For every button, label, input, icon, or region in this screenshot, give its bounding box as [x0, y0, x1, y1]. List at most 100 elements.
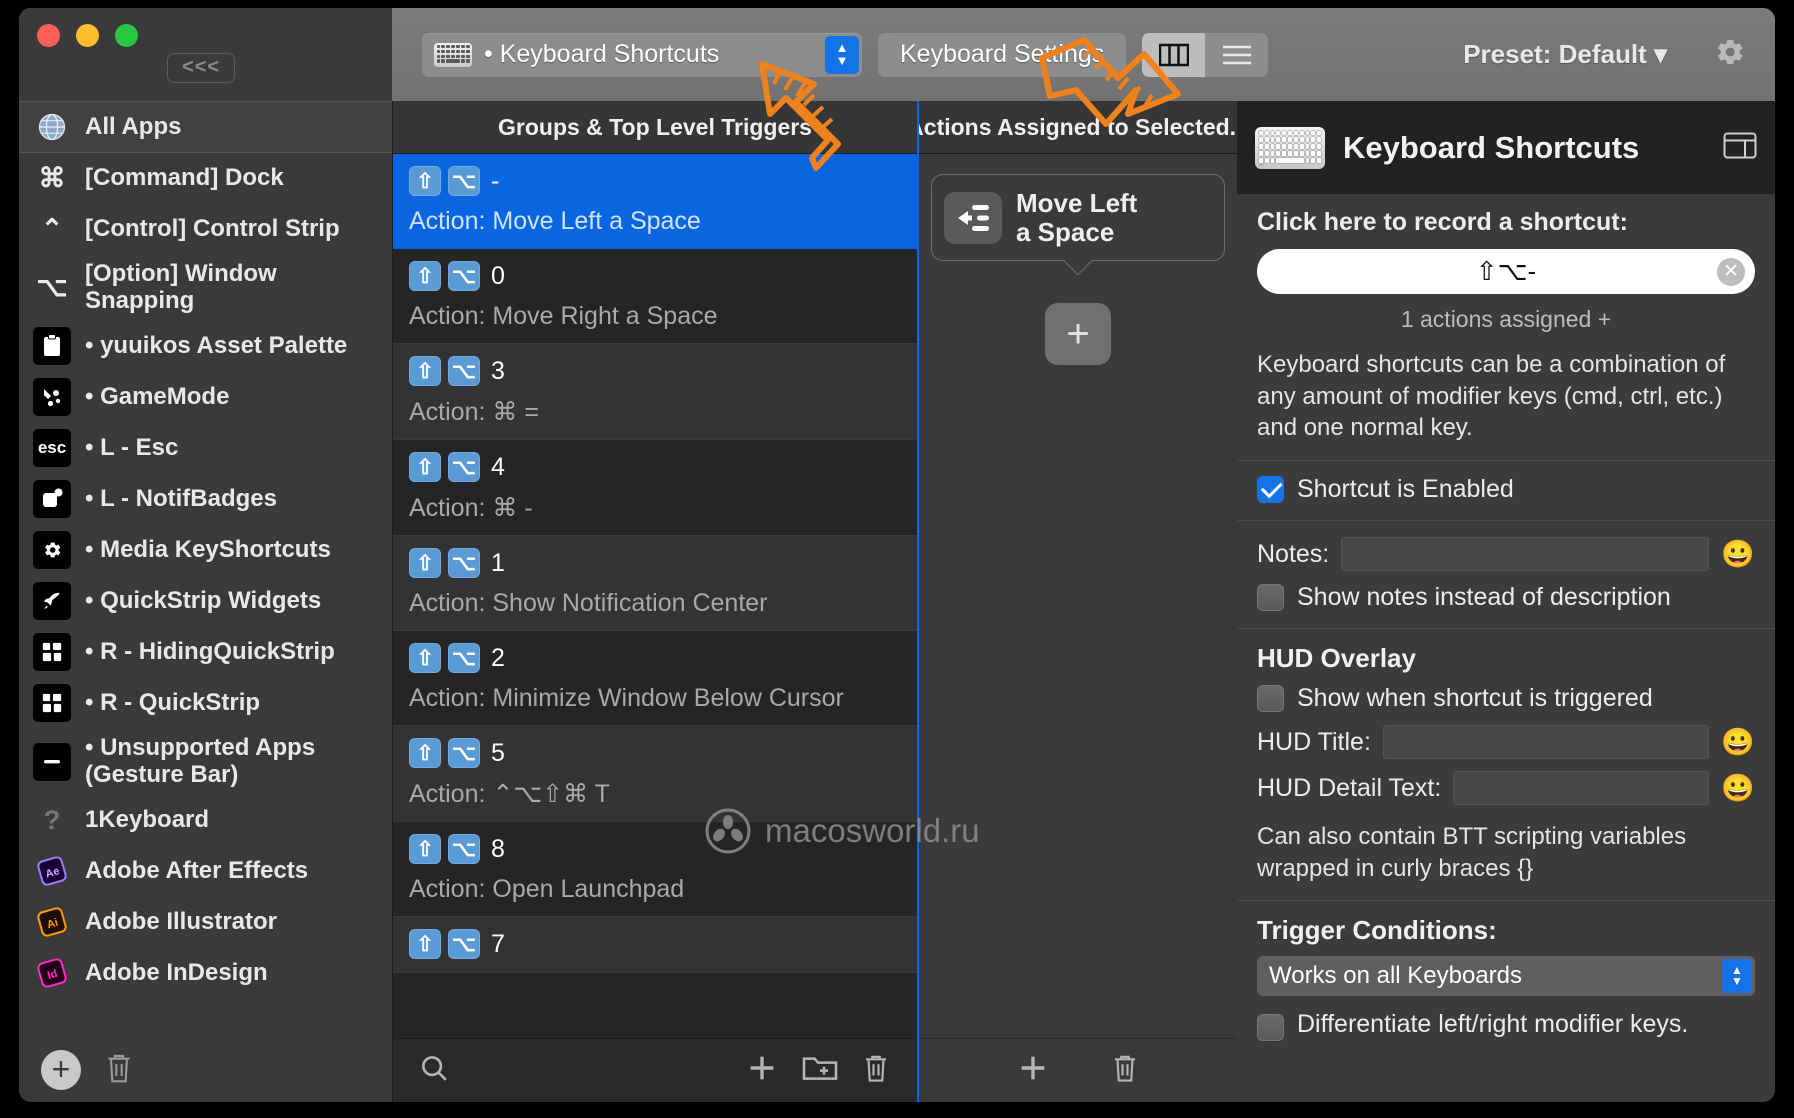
table-row[interactable]: ⇧ ⌥ - Action: Move Left a Space	[393, 154, 917, 249]
columns-view-icon[interactable]	[1142, 32, 1206, 77]
trigger-key-label: 2	[491, 643, 505, 672]
keyboard-settings-button[interactable]: Keyboard Settings	[878, 32, 1127, 77]
table-row[interactable]: ⇧ ⌥ 7	[393, 917, 917, 973]
sidebar-item-unsupported-apps[interactable]: • Unsupported Apps (Gesture Bar)	[19, 729, 392, 795]
assigned-action-card[interactable]: Move Left a Space	[931, 174, 1225, 262]
trigger-action-label: Action: Move Left a Space	[409, 207, 701, 235]
option-key-icon: ⌥	[448, 738, 480, 768]
trigger-key-label: 0	[491, 261, 505, 290]
grinning-face-icon[interactable]: 😀	[1721, 772, 1755, 804]
shift-key-icon: ⇧	[409, 356, 441, 386]
config-body: Click here to record a shortcut: ⇧⌥- ✕ 1…	[1237, 194, 1775, 1102]
triggers-toolbar	[393, 1038, 917, 1102]
gear-icon	[33, 531, 71, 570]
traffic-lights[interactable]	[19, 24, 138, 47]
gear-icon[interactable]	[1711, 34, 1747, 75]
table-row[interactable]: ⇧ ⌥ 3 Action: ⌘ =	[393, 344, 917, 440]
hud-note: Can also contain BTT scripting variables…	[1257, 823, 1687, 882]
shortcut-enabled-row[interactable]: Shortcut is Enabled	[1257, 475, 1755, 504]
trigger-keys: ⇧ ⌥ 7	[409, 928, 917, 960]
trigger-action-label: Action: Open Launchpad	[409, 875, 685, 903]
grinning-face-icon[interactable]: 😀	[1721, 726, 1755, 758]
sidebar-item-l-notifbadges[interactable]: • L - NotifBadges	[19, 474, 392, 525]
collapse-sidebar-button[interactable]: <<<	[167, 53, 236, 83]
trash-icon[interactable]	[1110, 1051, 1140, 1090]
shift-key-icon: ⇧	[409, 643, 441, 673]
actions-assigned-count: 1 actions assigned +	[1400, 306, 1612, 332]
table-row[interactable]: ⇧ ⌥ 8 Action: Open Launchpad	[393, 822, 917, 917]
table-row[interactable]: ⇧ ⌥ 4 Action: ⌘ -	[393, 440, 917, 536]
actions-toolbar	[919, 1038, 1237, 1102]
sidebar-item-yuuikos-asset-palette[interactable]: • yuuikos Asset Palette	[19, 321, 392, 372]
plus-icon[interactable]	[745, 1051, 779, 1090]
sidebar-item-adobe-indesign[interactable]: Id Adobe InDesign	[19, 948, 392, 999]
sidebar-item-l-esc[interactable]: esc • L - Esc	[19, 423, 392, 474]
sidebar-item-media-keyshortcuts[interactable]: • Media KeyShortcuts	[19, 525, 392, 576]
table-row[interactable]: ⇧ ⌥ 1 Action: Show Notification Center	[393, 536, 917, 631]
grinning-face-icon[interactable]: 😀	[1721, 538, 1755, 570]
sidebar-item-label: [Option] Window Snapping	[85, 260, 277, 314]
sidebar-item-gamemode[interactable]: • GameMode	[19, 372, 392, 423]
show-notes-label: Show notes instead of description	[1297, 583, 1671, 612]
keyboard-scope-value: Works on all Keyboards	[1269, 962, 1523, 990]
differentiate-checkbox[interactable]	[1257, 1014, 1284, 1042]
show-notes-checkbox[interactable]	[1257, 584, 1284, 612]
trash-icon[interactable]	[861, 1051, 891, 1090]
sidebar-item-r-hidingquickstrip[interactable]: • R - HidingQuickStrip	[19, 627, 392, 678]
triggers-header: Groups & Top Level Triggers	[393, 101, 917, 154]
notes-label: Notes:	[1257, 539, 1330, 568]
trash-icon[interactable]	[103, 1050, 135, 1091]
view-mode-segmented-control[interactable]	[1142, 32, 1269, 77]
trigger-keys: ⇧ ⌥ 1	[409, 547, 917, 579]
sidebar-item-label: • yuuikos Asset Palette	[85, 331, 348, 359]
plus-icon[interactable]	[1016, 1051, 1050, 1090]
hud-title-input[interactable]	[1382, 725, 1710, 760]
notes-input[interactable]	[1341, 537, 1710, 572]
hud-detail-input[interactable]	[1453, 771, 1710, 806]
sidebar-item-adobe-illustrator[interactable]: Ai Adobe Illustrator	[19, 897, 392, 948]
add-action-button[interactable]: +	[1045, 303, 1111, 366]
table-row[interactable]: ⇧ ⌥ 0 Action: Move Right a Space	[393, 249, 917, 344]
sidebar-item-option-window-snapping[interactable]: ⌥ [Option] Window Snapping	[19, 255, 392, 321]
triggers-list[interactable]: ⇧ ⌥ - Action: Move Left a Space ⇧ ⌥ 0 Ac…	[393, 154, 917, 1038]
zoom-button[interactable]	[115, 24, 138, 47]
sidebar-item-1keyboard[interactable]: ? 1Keyboard	[19, 795, 392, 846]
trigger-action-label: Action: Minimize Window Below Cursor	[409, 684, 844, 712]
chevron-updown-icon[interactable]: ▲ ▼	[1722, 959, 1752, 994]
shift-key-icon: ⇧	[409, 738, 441, 768]
close-button[interactable]	[37, 24, 60, 47]
table-row[interactable]: ⇧ ⌥ 2 Action: Minimize Window Below Curs…	[393, 631, 917, 726]
sidebar-item-r-quickstrip[interactable]: • R - QuickStrip	[19, 678, 392, 729]
sidebar-item-control-strip[interactable]: ⌃ [Control] Control Strip	[19, 204, 392, 255]
indesign-icon: Id	[33, 954, 71, 992]
keyboard-scope-select[interactable]: Works on all Keyboards ▲ ▼	[1257, 956, 1755, 997]
table-row[interactable]: ⇧ ⌥ 5 Action: ⌃⌥⇧⌘ T	[393, 726, 917, 822]
shortcut-record-field[interactable]: ⇧⌥- ✕	[1257, 249, 1755, 294]
clear-icon[interactable]: ✕	[1717, 257, 1745, 286]
hud-overlay-section: HUD Overlay Show when shortcut is trigge…	[1237, 629, 1775, 902]
panes-icon[interactable]	[1723, 132, 1757, 164]
plus-circle-icon[interactable]: +	[41, 1050, 81, 1090]
hud-show-row[interactable]: Show when shortcut is triggered	[1257, 684, 1755, 713]
search-icon[interactable]	[419, 1053, 449, 1088]
show-notes-row[interactable]: Show notes instead of description	[1257, 583, 1755, 612]
differentiate-row[interactable]: Differentiate left/right modifier keys.	[1257, 1010, 1755, 1042]
list-view-icon[interactable]	[1205, 33, 1268, 77]
hud-section-title: HUD Overlay	[1257, 643, 1416, 674]
shortcut-enabled-checkbox[interactable]	[1257, 476, 1284, 504]
sidebar-list[interactable]: All Apps ⌘ [Command] Dock ⌃ [Control] Co…	[19, 101, 392, 1038]
shortcut-value: ⇧⌥-	[1475, 256, 1537, 286]
preset-selector[interactable]: Preset: Default ▾	[1463, 39, 1667, 70]
trigger-type-popup[interactable]: • Keyboard Shortcuts ▲ ▼	[422, 32, 862, 77]
trigger-key-label: 1	[491, 548, 505, 577]
clipboard-icon	[33, 327, 71, 366]
sidebar-item-command-dock[interactable]: ⌘ [Command] Dock	[19, 153, 392, 204]
hud-detail-label: HUD Detail Text:	[1257, 773, 1442, 802]
sidebar-item-adobe-after-effects[interactable]: Ae Adobe After Effects	[19, 846, 392, 897]
chevron-updown-icon[interactable]: ▲ ▼	[825, 35, 859, 74]
sidebar-item-quickstrip-widgets[interactable]: • QuickStrip Widgets	[19, 576, 392, 627]
sidebar-item-all-apps[interactable]: All Apps	[19, 101, 392, 153]
minimize-button[interactable]	[76, 24, 99, 47]
new-folder-icon[interactable]	[801, 1052, 839, 1089]
hud-show-checkbox[interactable]	[1257, 685, 1284, 713]
